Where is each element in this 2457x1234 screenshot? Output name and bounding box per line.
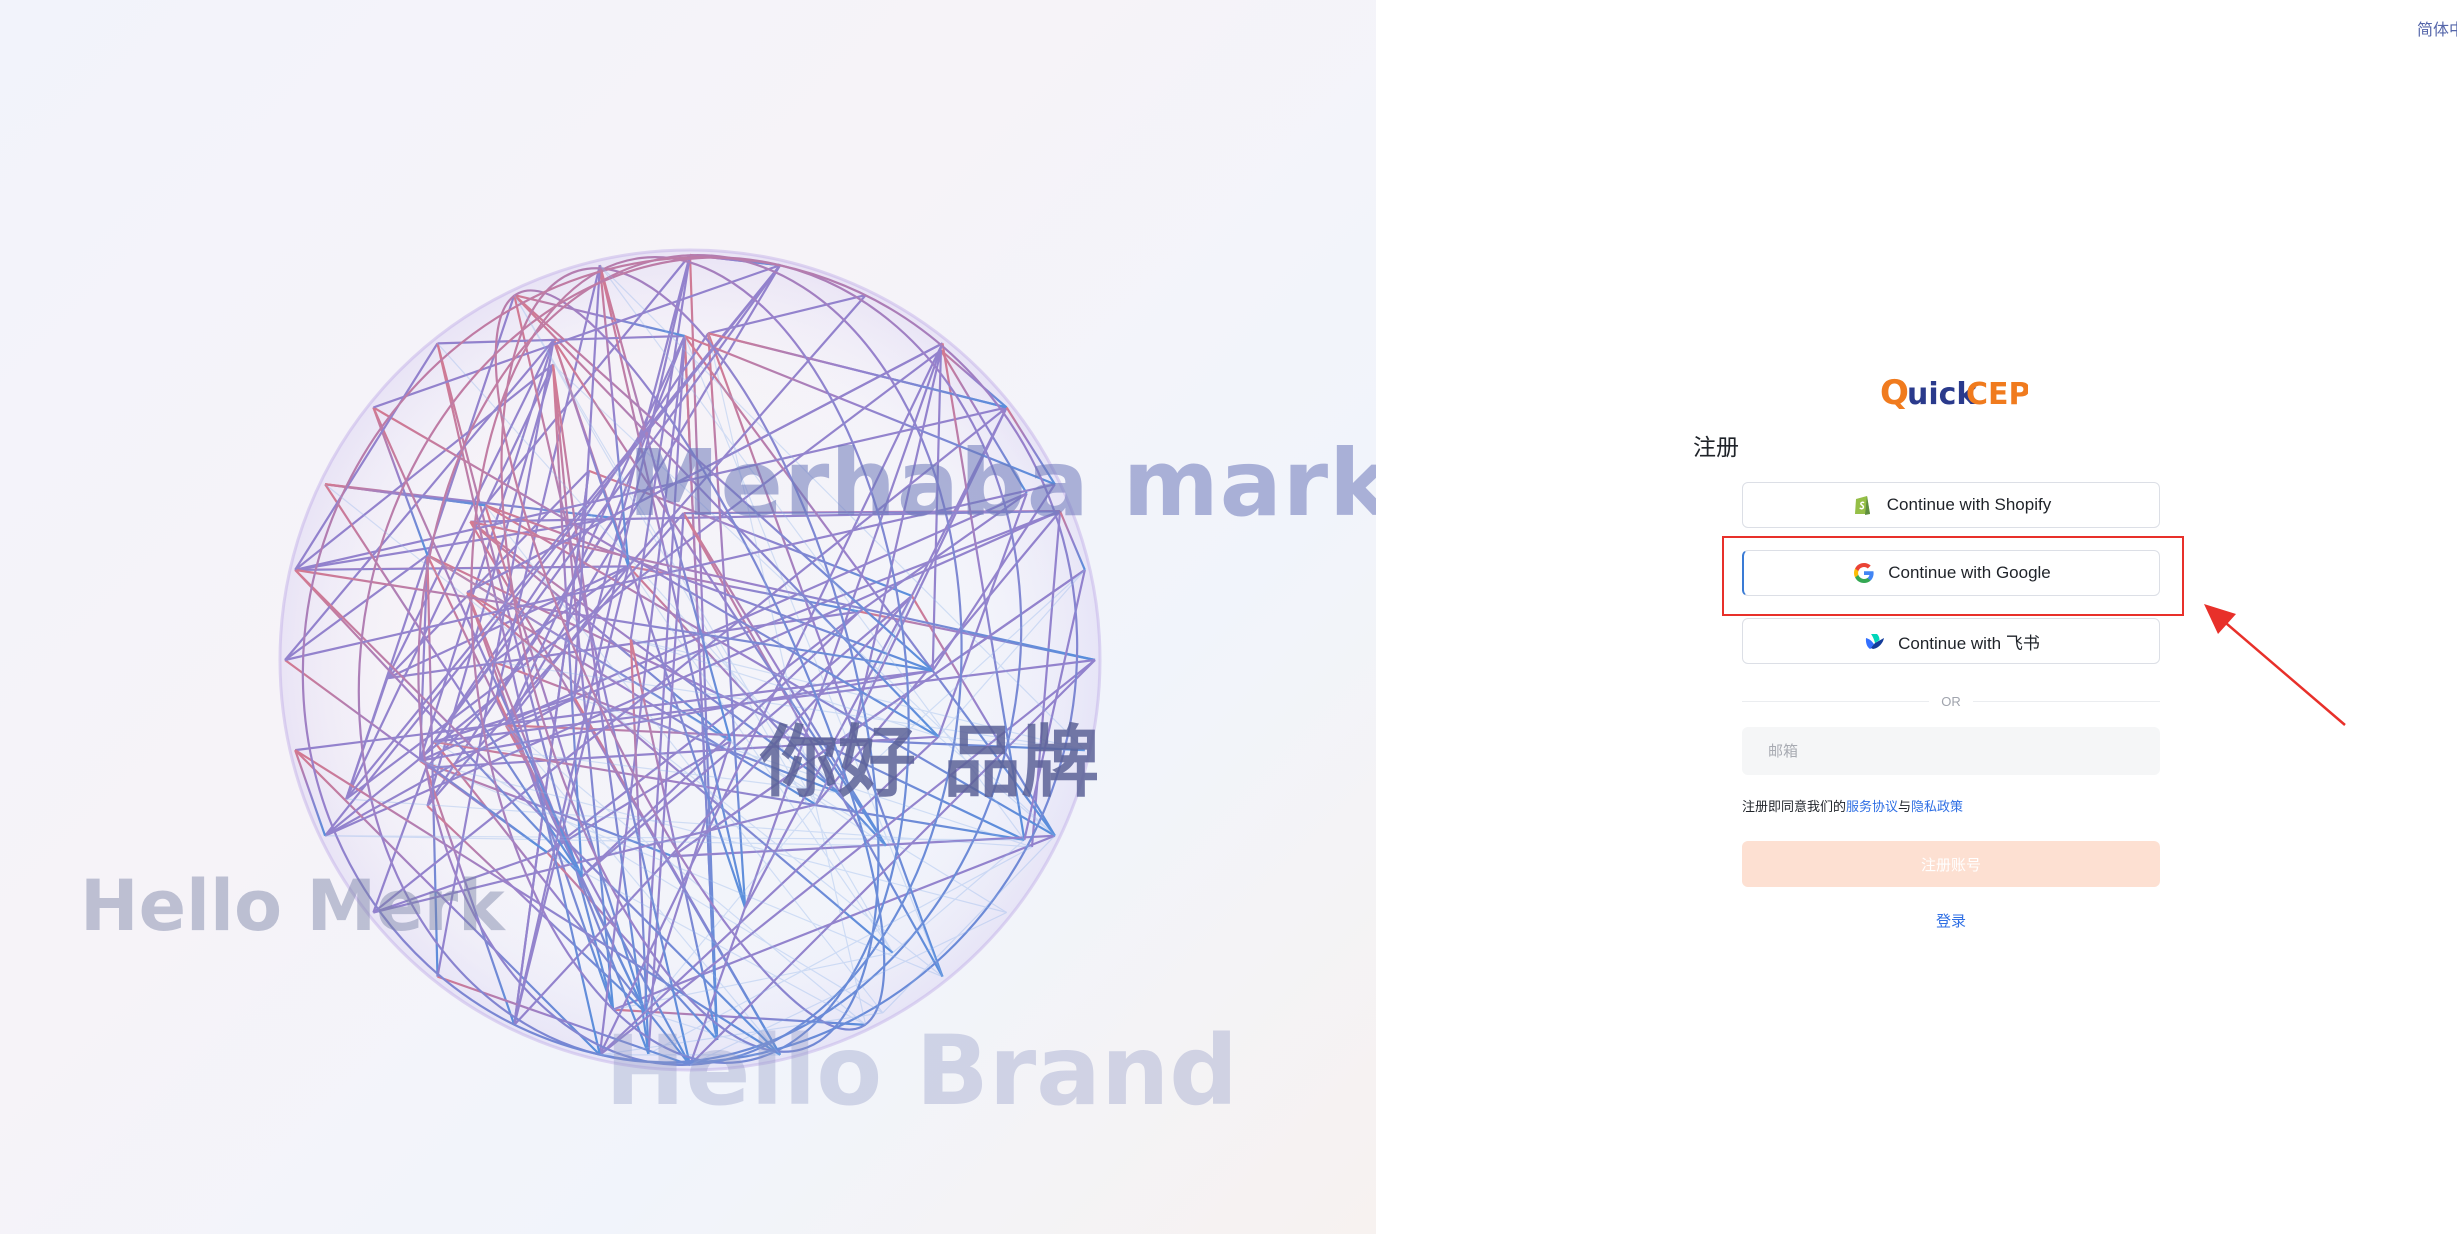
google-icon (1854, 563, 1874, 583)
quickcep-logo: Q uick CEP (1880, 373, 2028, 413)
feishu-oauth-button[interactable]: Continue with 飞书 (1742, 618, 2160, 664)
login-link-container: 登录 (1742, 910, 2160, 931)
hero-phrase-nihao: 你好 品牌 (760, 718, 1100, 808)
shopify-oauth-button[interactable]: Continue with Shopify (1742, 482, 2160, 528)
divider-line-left (1742, 701, 1930, 702)
divider-line-right (1972, 701, 2160, 702)
privacy-policy-link[interactable]: 隐私政策 (1911, 799, 1963, 814)
svg-text:CEP: CEP (1966, 377, 2028, 412)
annotation-arrow-icon (2204, 604, 2346, 726)
email-input[interactable] (1742, 727, 2160, 775)
shopify-icon (1854, 496, 1870, 515)
hero-phrase-hello-merk: Hello Merk (80, 865, 505, 947)
agreement-conjunction: 与 (1898, 799, 1912, 814)
feishu-button-label: Continue with 飞书 (1898, 633, 2040, 653)
terms-of-service-link[interactable]: 服务协议 (1846, 799, 1898, 814)
or-divider: OR (1742, 694, 2160, 709)
wireframe-globe-illustration (278, 248, 1102, 1072)
hero-phrase-hello-brand: Hello Brand (605, 1015, 1238, 1127)
signup-form-panel: 简体中文 Q uick CEP 注册 Continue with Shopify (1376, 0, 2457, 1234)
feishu-icon (1866, 634, 1885, 649)
agreement-text: 注册即同意我们的服务协议与隐私政策 (1742, 796, 1963, 815)
register-submit-button[interactable]: 注册账号 (1742, 841, 2160, 887)
divider-text: OR (1941, 694, 1961, 709)
signup-page: Merhaba marka 你好 品牌 Hello Merk Hello Bra… (0, 0, 2457, 1234)
hero-panel: Merhaba marka 你好 品牌 Hello Merk Hello Bra… (0, 0, 1376, 1234)
agreement-prefix: 注册即同意我们的 (1742, 799, 1847, 814)
google-oauth-button[interactable]: Continue with Google (1742, 550, 2160, 596)
page-title: 注册 (1693, 434, 1739, 460)
svg-text:Q: Q (1880, 373, 1909, 413)
google-button-label: Continue with Google (1888, 563, 2051, 582)
language-switcher[interactable]: 简体中文 (2417, 16, 2457, 40)
shopify-button-label: Continue with Shopify (1886, 495, 2052, 514)
login-link[interactable]: 登录 (1936, 913, 1966, 930)
